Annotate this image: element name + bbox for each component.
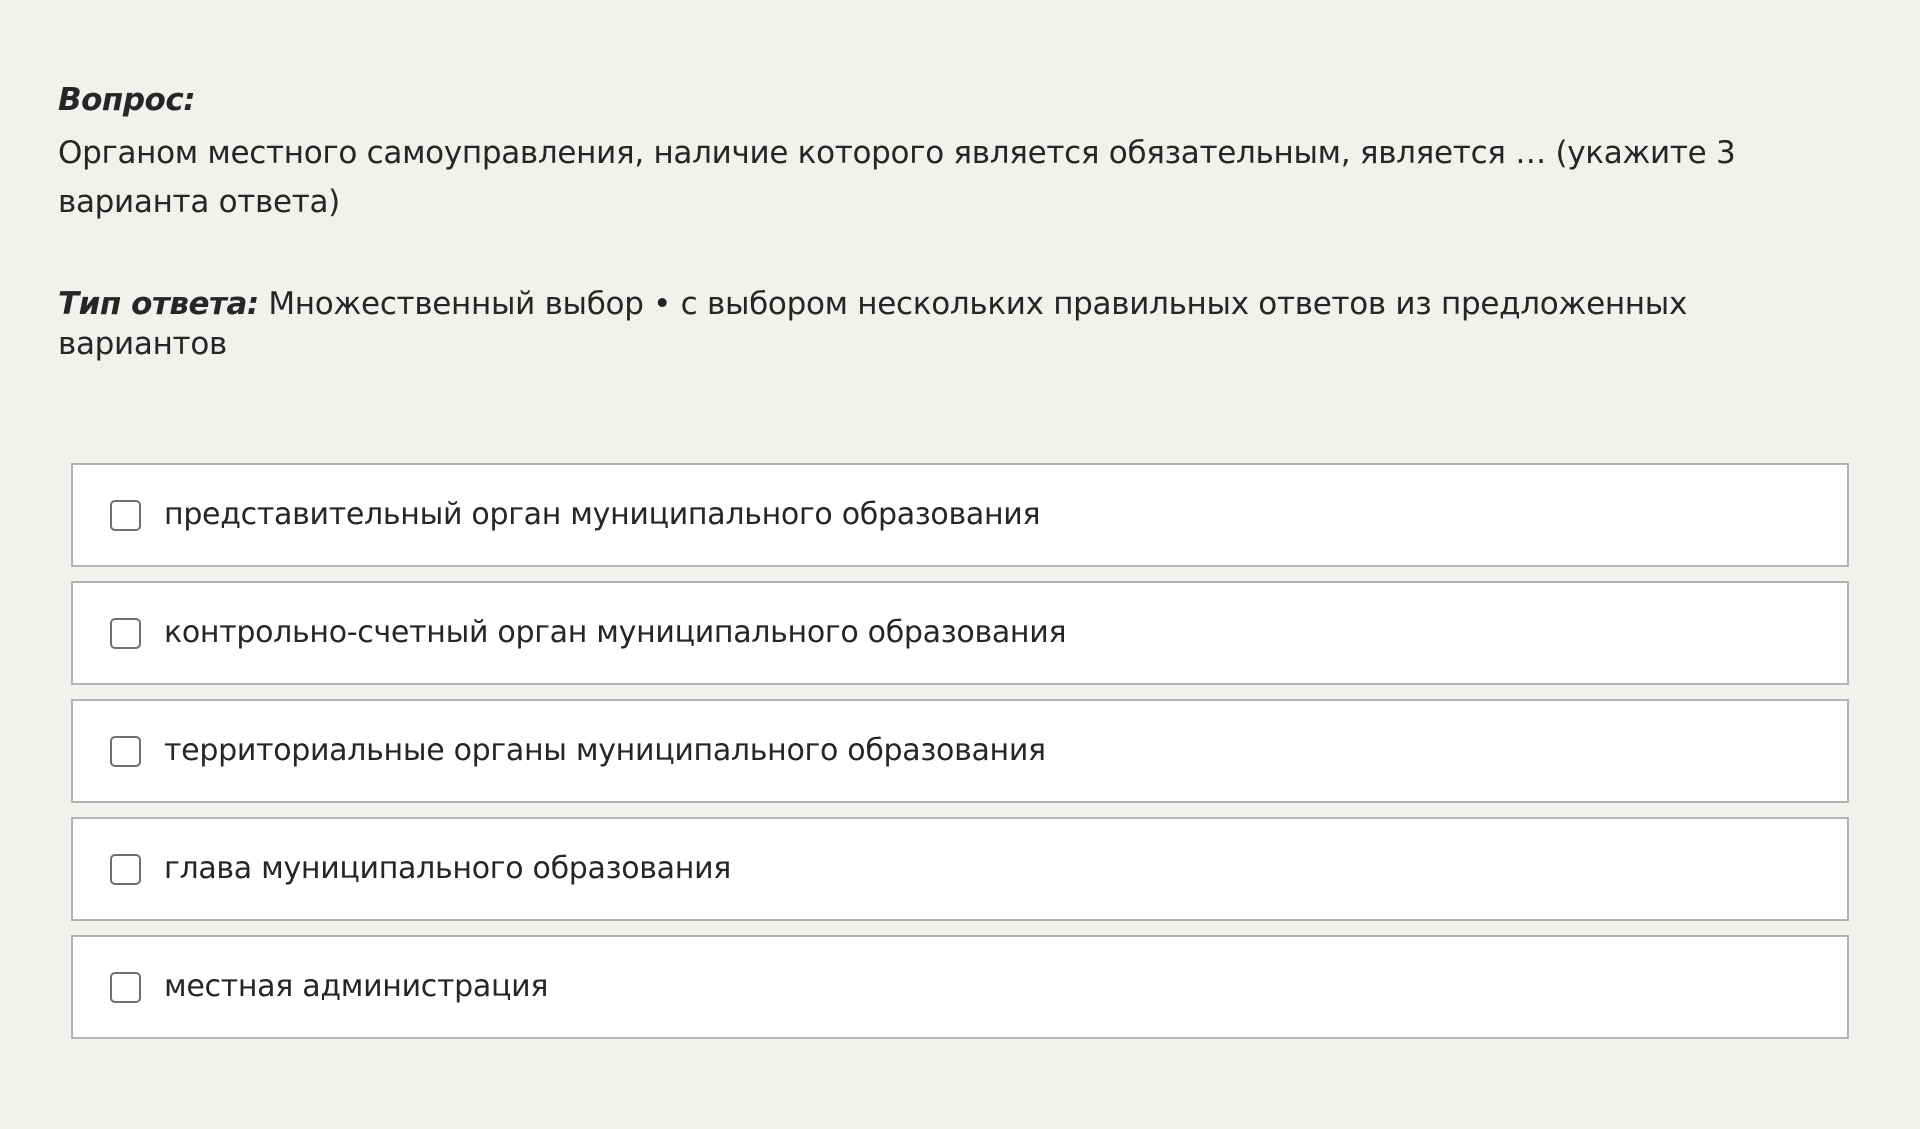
option-label: местная администрация (164, 969, 549, 1004)
answer-option[interactable]: контрольно-счетный орган муниципального … (71, 581, 1849, 685)
answer-option[interactable]: представительный орган муниципального об… (71, 463, 1849, 567)
answer-option[interactable]: территориальные органы муниципального об… (71, 699, 1849, 803)
checkbox[interactable] (110, 853, 141, 885)
option-label: представительный орган муниципального об… (164, 497, 1041, 532)
question-text: Органом местного самоуправления, наличие… (58, 135, 1736, 220)
option-label: контрольно-счетный орган муниципального … (164, 615, 1067, 650)
question-label: Вопрос: (58, 82, 196, 118)
checkbox[interactable] (110, 735, 141, 767)
answer-options: представительный орган муниципального об… (71, 463, 1849, 1053)
checkbox[interactable] (110, 499, 141, 531)
checkbox[interactable] (110, 617, 141, 649)
answer-type-value: Множественный выбор • с выбором нескольк… (58, 286, 1687, 362)
checkbox[interactable] (110, 971, 141, 1003)
answer-option[interactable]: местная администрация (71, 935, 1849, 1039)
answer-type: Тип ответа: Множественный выбор • с выбо… (58, 284, 1858, 364)
option-label: территориальные органы муниципального об… (164, 733, 1046, 768)
question-block: Вопрос: Органом местного самоуправления,… (58, 80, 1858, 364)
answer-type-label: Тип ответа: (58, 286, 259, 322)
answer-option[interactable]: глава муниципального образования (71, 817, 1849, 921)
option-label: глава муниципального образования (164, 851, 732, 886)
